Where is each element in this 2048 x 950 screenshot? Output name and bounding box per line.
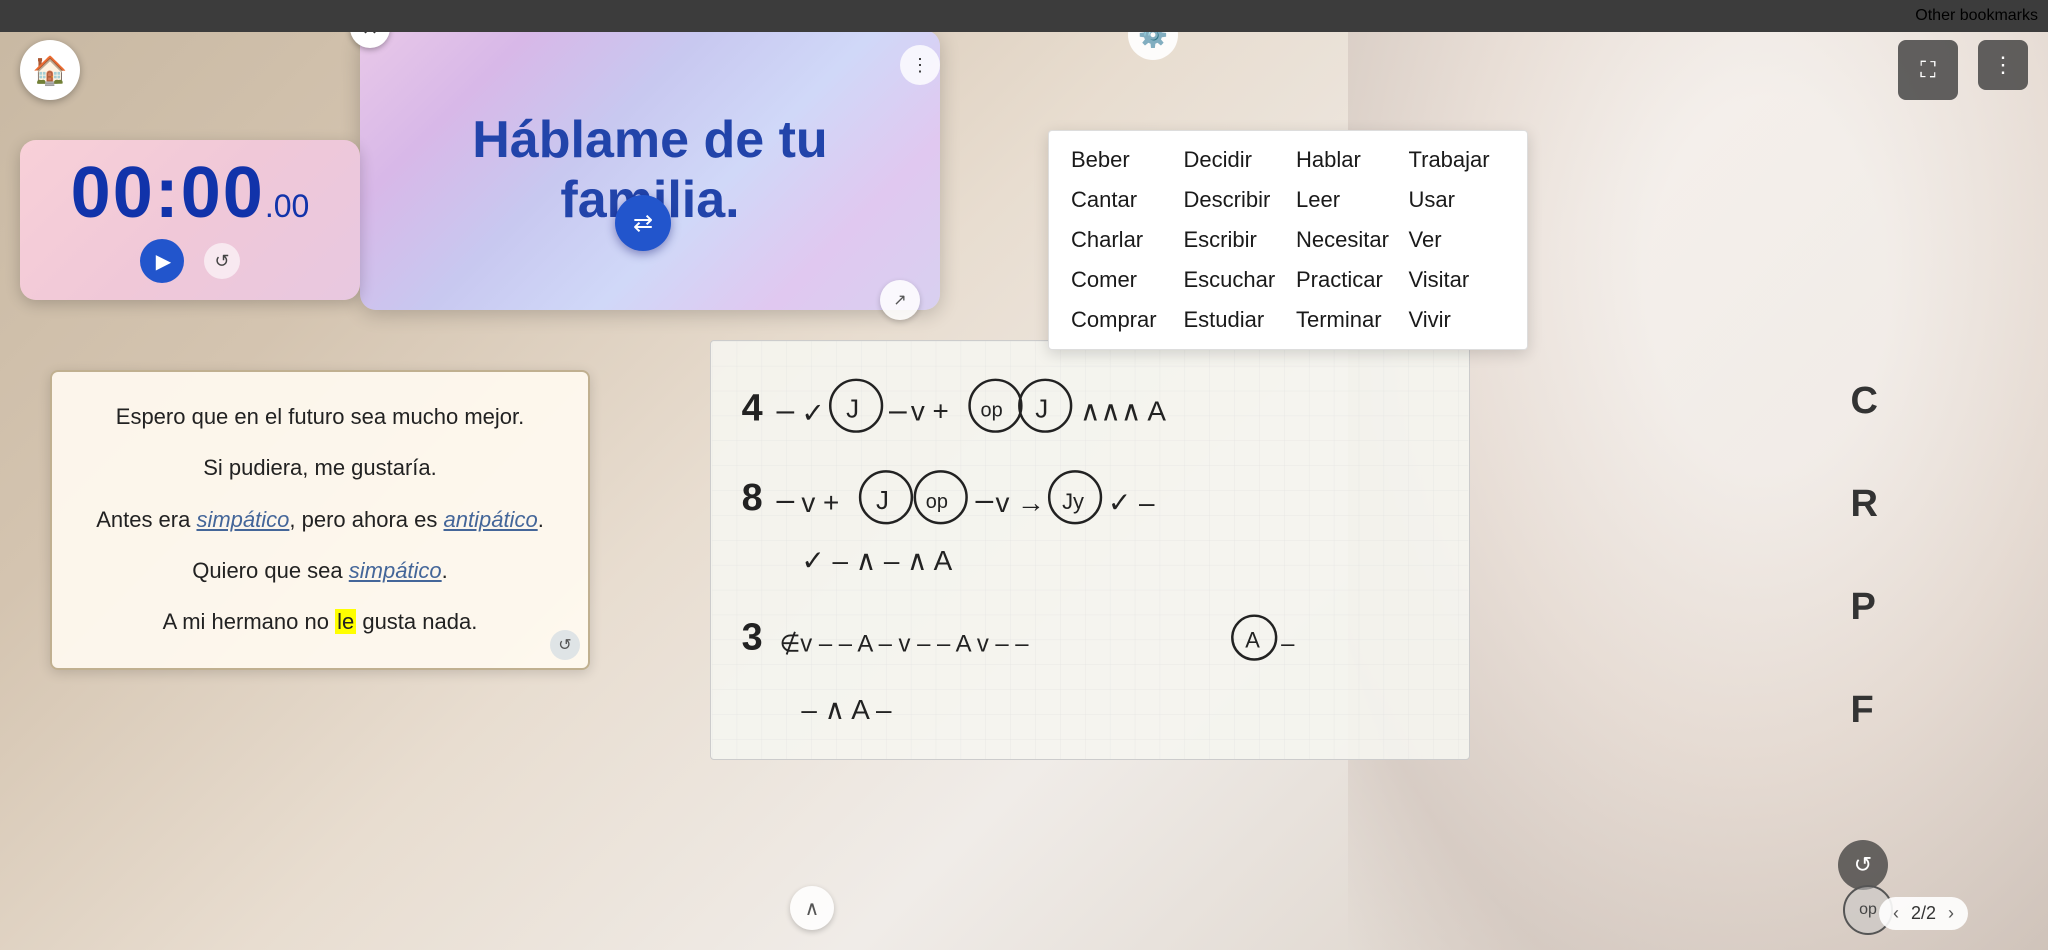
verb-item-charlar[interactable]: Charlar — [1065, 223, 1174, 257]
highlight-word: le — [335, 609, 356, 634]
svg-text:A: A — [1245, 628, 1260, 653]
shuffle-icon: ⇄ — [633, 209, 653, 238]
svg-text:–: – — [777, 481, 795, 517]
svg-text:J: J — [876, 487, 889, 515]
verb-item-trabajar[interactable]: Trabajar — [1403, 143, 1512, 177]
text-line-3: Antes era simpático, pero ahora es antip… — [82, 505, 558, 536]
right-column-labels: C R P F — [1851, 380, 1878, 732]
svg-text:– ∧ A –: – ∧ A – — [801, 694, 892, 725]
refresh-icon: ↺ — [558, 635, 571, 655]
italic-word-2: antipático — [444, 507, 538, 532]
page-next-button[interactable]: › — [1948, 903, 1954, 924]
page-prev-button[interactable]: ‹ — [1893, 903, 1899, 924]
svg-text:–: – — [889, 392, 907, 428]
fullscreen-button[interactable]: ⛶ — [1898, 40, 1958, 100]
fullscreen-icon: ⛶ — [1920, 57, 1935, 83]
verb-item-escuchar[interactable]: Escuchar — [1178, 263, 1287, 297]
reset-icon: ↺ — [214, 251, 229, 272]
prompt-more-button[interactable]: ⋮ — [900, 45, 940, 85]
verb-panel: BeberDecidirHablarTrabajar CantarDescribi… — [1048, 130, 1528, 350]
verb-item-terminar[interactable]: Terminar — [1290, 303, 1399, 337]
svg-text:op: op — [981, 400, 1003, 422]
text-card: Espero que en el futuro sea mucho mejor.… — [50, 370, 590, 670]
svg-text:∉v – – A – v – – A v – –: ∉v – – A – v – – A v – – — [779, 631, 1029, 658]
text-line-2: Si pudiera, me gustaría. — [82, 453, 558, 484]
timer-controls: ▶ ↺ — [140, 239, 240, 283]
verb-item-leer[interactable]: Leer — [1290, 183, 1399, 217]
refresh-icon-bottom[interactable]: ↺ — [1838, 840, 1888, 890]
svg-text:3: 3 — [742, 617, 763, 659]
verb-item-comprar[interactable]: Comprar — [1065, 303, 1174, 337]
svg-text:Jy: Jy — [1062, 489, 1084, 514]
verb-item-hablar[interactable]: Hablar — [1290, 143, 1399, 177]
svg-text:–: – — [976, 481, 994, 517]
verb-grid: BeberDecidirHablarTrabajar CantarDescribi… — [1065, 143, 1511, 337]
verb-item-practicar[interactable]: Practicar — [1290, 263, 1399, 297]
more-icon: ⋮ — [1992, 52, 2014, 78]
play-button[interactable]: ▶ — [140, 239, 184, 283]
svg-text:–: – — [1281, 631, 1295, 658]
svg-text:∧∧∧ A: ∧∧∧ A — [1080, 396, 1166, 427]
svg-text:v →: v → — [995, 487, 1045, 518]
page-label: 2/2 — [1911, 903, 1936, 924]
shuffle-button[interactable]: ⇄ — [615, 195, 671, 251]
col-label-r: R — [1851, 483, 1878, 526]
col-label-f: F — [1851, 689, 1878, 732]
col-label-c: C — [1851, 380, 1878, 423]
italic-word-1: simpático — [196, 507, 289, 532]
refresh-bottom-icon: ↺ — [1854, 852, 1872, 878]
svg-text:8: 8 — [742, 477, 763, 519]
verb-item-estudiar[interactable]: Estudiar — [1178, 303, 1287, 337]
svg-text:✓ – ∧ – ∧ A: ✓ – ∧ – ∧ A — [801, 545, 952, 576]
timer-milliseconds: .00 — [265, 188, 309, 225]
timer-widget: 00:00.00 ▶ ↺ — [20, 140, 360, 300]
verb-item-decidir[interactable]: Decidir — [1178, 143, 1287, 177]
expand-icon: ↗ — [893, 290, 906, 310]
verb-item-visitar[interactable]: Visitar — [1403, 263, 1512, 297]
page-indicator: ‹ 2/2 › — [1879, 897, 1968, 930]
prompt-card: Háblame de tu familia. — [360, 30, 940, 310]
italic-word-3: simpático — [349, 558, 442, 583]
svg-text:J: J — [1035, 396, 1048, 424]
text-line-4: Quiero que sea simpático. — [82, 556, 558, 587]
svg-text:✓ –: ✓ – — [1108, 487, 1155, 518]
verb-item-escribir[interactable]: Escribir — [1178, 223, 1287, 257]
verb-item-vivir[interactable]: Vivir — [1403, 303, 1512, 337]
col-label-p: P — [1851, 586, 1878, 629]
text-line-1: Espero que en el futuro sea mucho mejor. — [82, 402, 558, 433]
more-options-button[interactable]: ⋮ — [1978, 40, 2028, 90]
verb-item-comer[interactable]: Comer — [1065, 263, 1174, 297]
chevron-up-icon: ∧ — [805, 896, 820, 921]
whiteboard-drawing: 4 – ✓ J – v + op J ∧∧∧ A 8 – v + J op – … — [711, 341, 1469, 759]
home-icon: 🏠 — [33, 54, 68, 87]
svg-text:J: J — [846, 396, 859, 424]
verb-item-cantar[interactable]: Cantar — [1065, 183, 1174, 217]
expand-button[interactable]: ↗ — [880, 280, 920, 320]
verb-item-necesitar[interactable]: Necesitar — [1290, 223, 1399, 257]
verb-item-ver[interactable]: Ver — [1403, 223, 1512, 257]
svg-text:op: op — [926, 491, 948, 513]
play-icon: ▶ — [156, 249, 171, 274]
svg-text:v +: v + — [911, 396, 949, 427]
svg-text:4: 4 — [742, 388, 763, 430]
svg-text:v +: v + — [801, 487, 839, 518]
verb-item-usar[interactable]: Usar — [1403, 183, 1512, 217]
dots-icon: ⋮ — [911, 55, 929, 76]
reset-button[interactable]: ↺ — [204, 243, 240, 279]
timer-display: 00:00 — [71, 157, 265, 229]
whiteboard[interactable]: 4 – ✓ J – v + op J ∧∧∧ A 8 – v + J op – … — [710, 340, 1470, 760]
verb-item-beber[interactable]: Beber — [1065, 143, 1174, 177]
scroll-up-button[interactable]: ∧ — [790, 886, 834, 930]
svg-text:✓: ✓ — [801, 398, 824, 429]
text-line-5: A mi hermano no le gusta nada. — [82, 607, 558, 638]
svg-text:–: – — [777, 392, 795, 428]
home-button[interactable]: 🏠 — [20, 40, 80, 100]
bookmarks-label: Other bookmarks — [1915, 7, 2038, 25]
text-card-refresh-button[interactable]: ↺ — [550, 630, 580, 660]
verb-item-describir[interactable]: Describir — [1178, 183, 1287, 217]
op-label: op — [1859, 901, 1877, 919]
browser-bar: Other bookmarks — [0, 0, 2048, 32]
